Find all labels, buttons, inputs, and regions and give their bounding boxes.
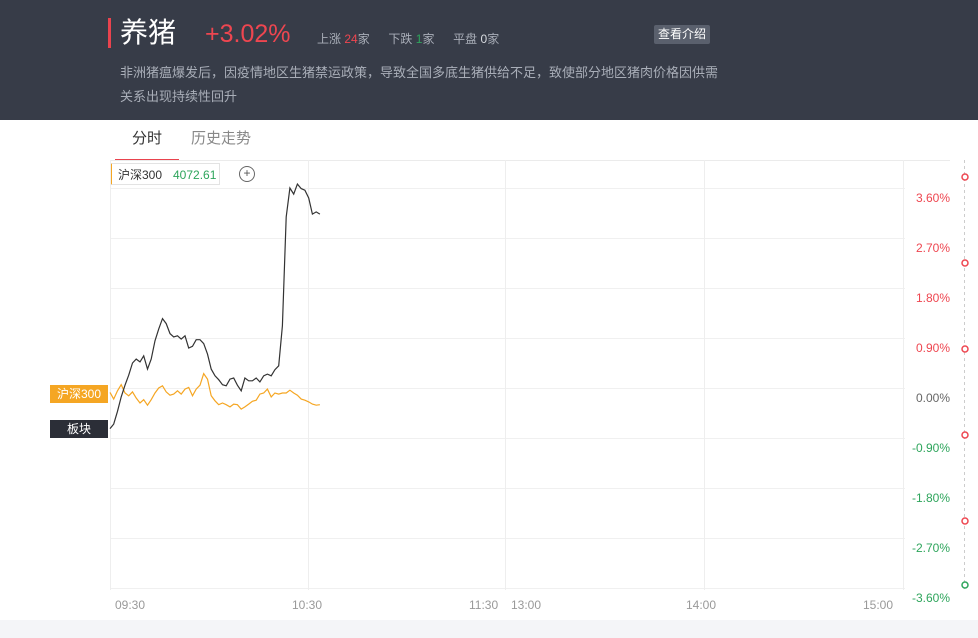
event-marker: [961, 173, 969, 181]
right-markers: [961, 173, 969, 589]
chart-lines: [109, 182, 321, 429]
x-tick-label: 15:00: [863, 598, 894, 612]
y-tick-label: 1.80%: [915, 291, 950, 305]
footer-strip: [0, 620, 978, 638]
event-marker: [961, 581, 969, 589]
intraday-chart: [109, 160, 969, 590]
x-tick-label: 13:00: [511, 598, 542, 612]
x-tick-label: 11:30: [469, 598, 499, 612]
y-tick-label: -1.80%: [911, 491, 950, 505]
y-tick-label: 0.00%: [915, 391, 950, 405]
y-tick-label: 0.90%: [915, 341, 950, 355]
y-tick-label: -3.60%: [911, 591, 950, 605]
hs300-series-tag: 沪深300: [50, 385, 108, 403]
event-marker: [961, 345, 969, 353]
y-tick-label: 3.60%: [915, 191, 950, 205]
chart-grid: [110, 160, 965, 590]
hs300-series-line: [109, 372, 320, 410]
x-tick-label: 10:30: [292, 598, 323, 612]
event-marker: [961, 259, 969, 267]
sector-series-tag: 板块: [50, 420, 108, 438]
x-tick-label: 09:30: [115, 598, 146, 612]
y-tick-label: -0.90%: [911, 441, 950, 455]
event-marker: [961, 517, 969, 525]
event-marker: [961, 431, 969, 439]
x-tick-label: 14:00: [686, 598, 717, 612]
y-tick-label: 2.70%: [915, 241, 950, 255]
y-tick-label: -2.70%: [911, 541, 950, 555]
